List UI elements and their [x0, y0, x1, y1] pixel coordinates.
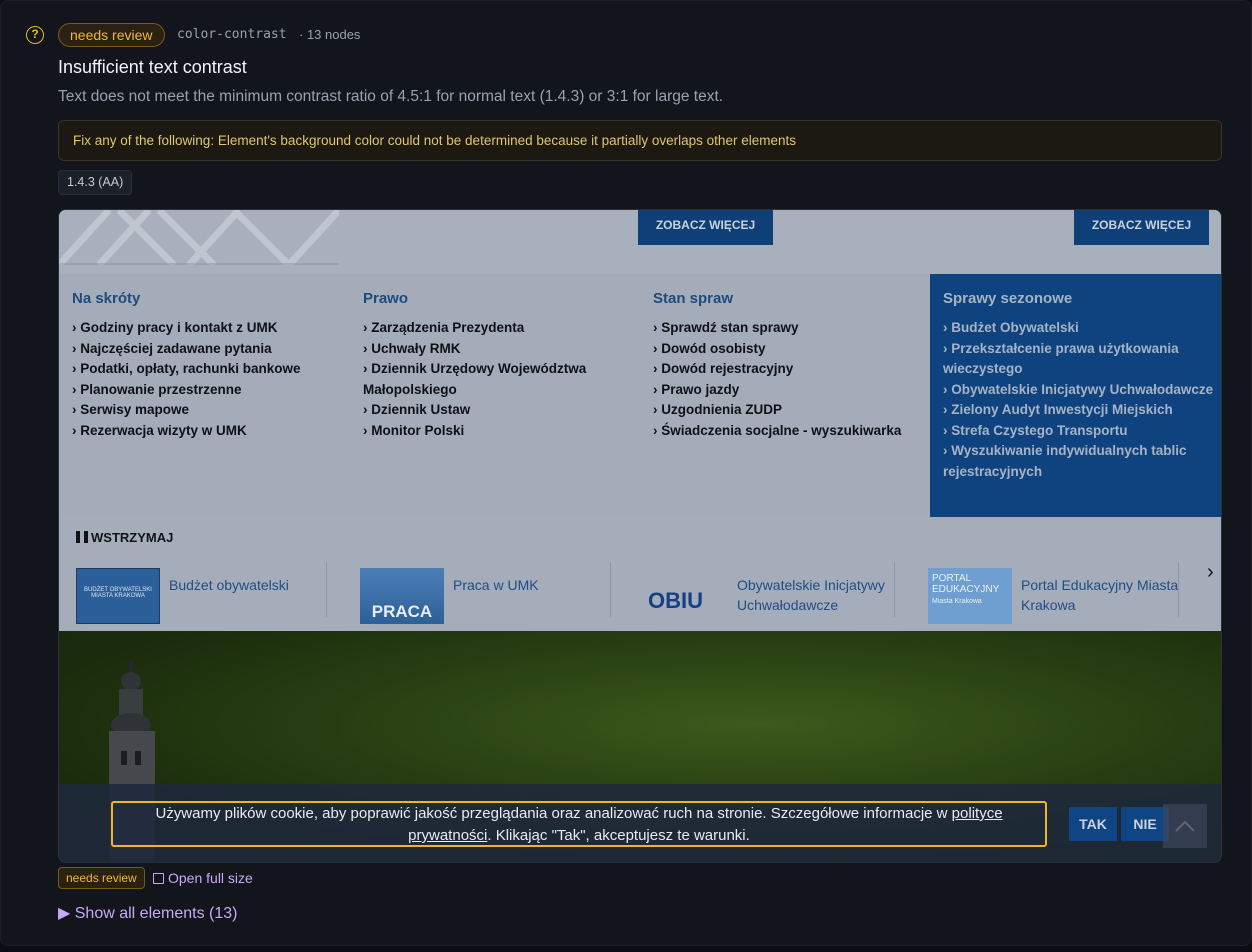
link-item[interactable]: Godziny pracy i kontakt z UMK — [72, 318, 352, 339]
link-item[interactable]: Sprawdź stan sprawy — [653, 318, 933, 339]
column-seasonal: Sprawy sezonowe Budżet Obywatelski Przek… — [943, 290, 1221, 482]
question-circle-icon: ? — [26, 26, 44, 44]
thumb-title: PORTAL EDUKACYJNY — [932, 573, 1000, 595]
cookie-accept-button[interactable]: TAK — [1069, 807, 1117, 841]
link-item[interactable]: Wyszukiwanie indywidualnych tablic rejes… — [943, 441, 1221, 482]
edu-portal-thumbnail: PORTAL EDUKACYJNY Miasta Krakowa — [928, 568, 1012, 624]
column-case-status: Stan spraw Sprawdź stan sprawy Dowód oso… — [653, 290, 933, 441]
open-full-label: Open full size — [168, 870, 253, 886]
tile-label: Portal Edukacyjny Miasta Krakowa — [1021, 577, 1179, 613]
link-item[interactable]: Serwisy mapowe — [72, 400, 352, 421]
link-item[interactable]: Najczęściej zadawane pytania — [72, 339, 352, 360]
divider — [610, 562, 611, 617]
link-item[interactable]: Monitor Polski — [363, 421, 643, 442]
obiu-logo: OBIU — [648, 588, 703, 613]
budget-thumbnail: BUDŻET OBYWATELSKI MIASTA KRAKOWA — [76, 568, 160, 624]
pause-icon — [76, 531, 88, 543]
rule-id: color-contrast — [177, 27, 287, 42]
link-item[interactable]: Prawo jazdy — [653, 380, 933, 401]
issue-description: Text does not meet the minimum contrast … — [58, 88, 724, 105]
column-law: Prawo Zarządzenia Prezydenta Uchwały RMK… — [363, 290, 643, 441]
status-badge-small: needs review — [58, 867, 145, 889]
column-title: Stan spraw — [653, 290, 734, 307]
status-badge: needs review — [58, 23, 165, 47]
cookie-text-end: . Klikając "Tak", akceptujesz te warunki… — [487, 827, 750, 844]
link-item[interactable]: Dowód rejestracyjny — [653, 359, 933, 380]
node-count: · 13 nodes — [299, 27, 361, 42]
element-screenshot: ZOBACZ WIĘCEJ ZOBACZ WIĘCEJ Na skróty Go… — [58, 209, 1222, 863]
link-item[interactable]: Podatki, opłaty, rachunki bankowe — [72, 359, 352, 380]
pause-button[interactable]: WSTRZYMAJ — [76, 530, 173, 545]
scroll-to-top-button[interactable] — [1163, 804, 1207, 848]
link-item[interactable]: Przekształcenie prawa użytkowania wieczy… — [943, 339, 1221, 380]
tile-label: Obywatelskie Inicjatywy Uchwałodawcze — [737, 577, 885, 613]
carousel-tile[interactable]: PRACA Praca w UMK — [360, 559, 626, 624]
link-item[interactable]: Strefa Czystego Transportu — [943, 421, 1221, 442]
link-item[interactable]: Dziennik Ustaw — [363, 400, 643, 421]
open-full-size-link[interactable]: Open full size — [153, 870, 253, 886]
see-more-button-2[interactable]: ZOBACZ WIĘCEJ — [1074, 210, 1209, 245]
column-title: Sprawy sezonowe — [943, 290, 1073, 307]
link-item[interactable]: Obywatelskie Inicjatywy Uchwałodawcze — [943, 380, 1221, 401]
link-item[interactable]: Dowód osobisty — [653, 339, 933, 360]
divider — [1178, 562, 1179, 617]
link-item[interactable]: Planowanie przestrzenne — [72, 380, 352, 401]
carousel-tile[interactable]: OBIU Obywatelskie Inicjatywy Uchwałodawc… — [644, 559, 910, 619]
cookie-text: Używamy plików cookie, aby poprawić jako… — [155, 805, 952, 822]
decorative-pattern — [59, 210, 339, 265]
chevron-up-icon — [1175, 820, 1195, 832]
banner-carousel: WSTRZYMAJ BUDŻET OBYWATELSKI MIASTA KRAK… — [59, 517, 1221, 631]
column-title: Prawo — [363, 290, 409, 307]
work-thumbnail: PRACA — [360, 568, 444, 624]
cookie-reject-button[interactable]: NIE — [1121, 807, 1169, 841]
column-title: Na skróty — [72, 290, 141, 307]
tile-label: Praca w UMK — [453, 577, 539, 593]
site-top-strip: ZOBACZ WIĘCEJ ZOBACZ WIĘCEJ — [59, 210, 1221, 274]
link-item[interactable]: Dziennik Urzędowy Województwa Małopolski… — [363, 359, 643, 400]
cookie-message-highlight: Używamy plików cookie, aby poprawić jako… — [111, 801, 1047, 847]
cookie-banner: Używamy plików cookie, aby poprawić jako… — [59, 784, 1221, 862]
see-more-button-1[interactable]: ZOBACZ WIĘCEJ — [638, 210, 773, 245]
wcag-tag: 1.4.3 (AA) — [58, 170, 133, 195]
link-item[interactable]: Zielony Audyt Inwestycji Miejskich — [943, 400, 1221, 421]
pause-label: WSTRZYMAJ — [91, 530, 174, 545]
link-item[interactable]: Świadczenia socjalne - wyszukiwarka — [653, 421, 933, 442]
show-all-elements-toggle[interactable]: ▶ Show all elements (13) — [58, 903, 238, 923]
column-shortcuts: Na skróty Godziny pracy i kontakt z UMK … — [72, 290, 352, 441]
carousel-tile[interactable]: BUDŻET OBYWATELSKI MIASTA KRAKOWA Budżet… — [76, 559, 342, 624]
link-item[interactable]: Budżet Obywatelski — [943, 318, 1221, 339]
thumb-subtitle: Miasta Krakowa — [932, 598, 982, 605]
quick-links-section: Na skróty Godziny pracy i kontakt z UMK … — [59, 274, 1221, 517]
link-item[interactable]: Uchwały RMK — [363, 339, 643, 360]
tile-label: Budżet obywatelski — [169, 577, 289, 593]
link-item[interactable]: Zarządzenia Prezydenta — [363, 318, 643, 339]
external-link-icon — [153, 873, 164, 884]
issue-title: Insufficient text contrast — [58, 57, 247, 77]
fix-message: Fix any of the following: Element's back… — [58, 120, 1222, 161]
carousel-tile[interactable]: PORTAL EDUKACYJNY Miasta Krakowa Portal … — [928, 559, 1194, 624]
chevron-right-icon[interactable]: › — [1207, 561, 1214, 584]
link-item[interactable]: Uzgodnienia ZUDP — [653, 400, 933, 421]
seasonal-panel: Sprawy sezonowe Budżet Obywatelski Przek… — [930, 274, 1221, 517]
issue-panel: ? needs review color-contrast · 13 nodes… — [0, 0, 1252, 946]
link-item[interactable]: Rezerwacja wizyty w UMK — [72, 421, 352, 442]
divider — [326, 562, 327, 617]
divider — [894, 562, 895, 617]
